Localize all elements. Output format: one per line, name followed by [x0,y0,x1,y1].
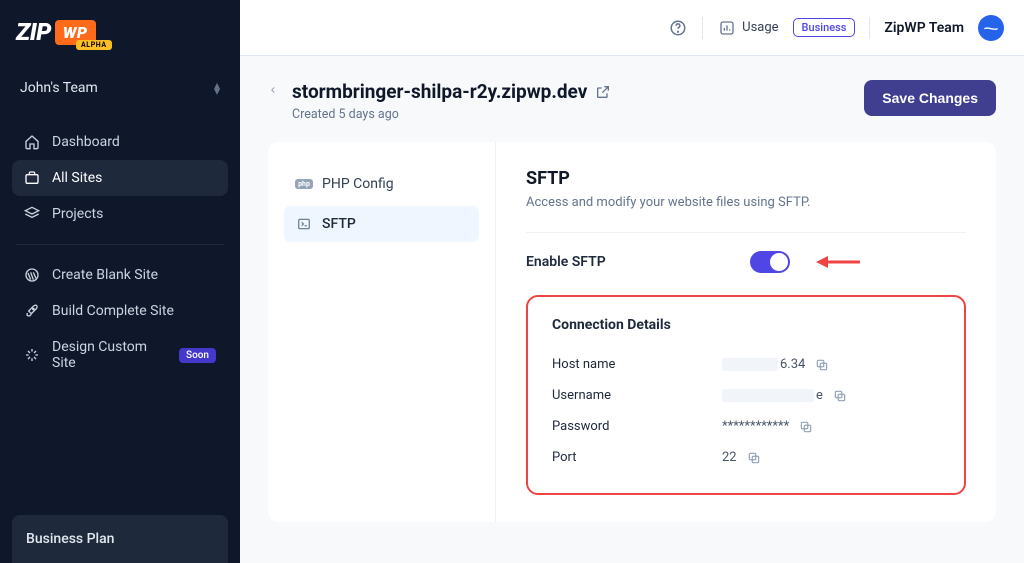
sidebar-item-all-sites[interactable]: All Sites [12,160,228,196]
password-value: ************ [722,419,789,434]
sidebar-item-projects[interactable]: Projects [12,196,228,232]
detail-row-username: Username e [552,380,940,411]
redacted-block [722,389,814,402]
divider [869,17,870,39]
team-switcher-label: John's Team [20,80,98,96]
plan-box[interactable]: Business Plan [12,515,228,563]
soon-badge: Soon [179,348,216,363]
home-icon [24,134,40,150]
redacted-block [722,358,778,371]
enable-sftp-row: Enable SFTP [526,251,966,273]
panel-nav-label: PHP Config [322,176,394,192]
host-value: 6.34 [780,357,805,372]
sidebar-item-label: Design Custom Site [52,339,167,371]
logo-zip-text: ZIP [16,18,51,46]
page-subtitle: Created 5 days ago [292,107,611,122]
section-description: Access and modify your website files usi… [526,195,966,210]
detail-label: Host name [552,357,722,372]
nav-secondary: Create Blank Site Build Complete Site De… [12,257,228,381]
copy-icon[interactable] [747,451,761,465]
terminal-icon [296,216,312,232]
layers-icon [24,206,40,222]
sidebar-item-label: All Sites [52,170,102,186]
panel-nav-label: SFTP [322,216,356,232]
external-link-icon[interactable] [595,84,611,100]
sidebar-item-label: Dashboard [52,134,120,150]
sidebar-item-create-blank[interactable]: Create Blank Site [12,257,228,293]
sidebar-item-design-custom[interactable]: Design Custom Site Soon [12,329,228,381]
sparkle-icon [24,347,40,363]
username-value: e [816,388,823,403]
section-title: SFTP [526,168,966,189]
back-chevron-icon[interactable] [268,80,278,98]
sidebar-item-label: Build Complete Site [52,303,174,319]
save-changes-button[interactable]: Save Changes [864,80,996,116]
wordpress-icon [24,267,40,283]
detail-label: Username [552,388,722,403]
section-divider [526,232,966,233]
bar-chart-icon [717,18,737,38]
sidebar-item-build-complete[interactable]: Build Complete Site [12,293,228,329]
team-switcher[interactable]: John's Team ▴▾ [12,70,228,106]
copy-icon[interactable] [815,358,829,372]
detail-row-host: Host name 6.34 [552,349,940,380]
copy-icon[interactable] [799,420,813,434]
detail-label: Port [552,450,722,465]
avatar[interactable] [978,15,1004,41]
plan-badge[interactable]: Business [793,18,856,37]
briefcase-icon [24,170,40,186]
topbar: Usage Business ZipWP Team [240,0,1024,56]
sidebar-item-label: Projects [52,206,103,222]
detail-row-password: Password ************ [552,411,940,442]
toggle-knob [770,253,788,271]
divider [702,17,703,39]
logo-alpha-badge: ALPHA [76,40,112,50]
rocket-icon [24,303,40,319]
plan-label: Business Plan [26,531,114,547]
copy-icon[interactable] [833,389,847,403]
arrow-annotation-icon [814,253,862,271]
settings-panel-body: SFTP Access and modify your website file… [496,142,996,522]
settings-panel: php PHP Config SFTP SFTP Access and modi… [268,142,996,522]
enable-sftp-toggle[interactable] [750,251,790,273]
php-icon: php [296,176,312,192]
logo[interactable]: ZIP WP ALPHA [12,14,228,60]
sidebar: ZIP WP ALPHA John's Team ▴▾ Dashboard Al… [0,0,240,563]
port-value: 22 [722,450,737,465]
nav-primary: Dashboard All Sites Projects [12,124,228,232]
updown-icon: ▴▾ [214,82,220,94]
enable-sftp-label: Enable SFTP [526,254,726,270]
page-title-text: stormbringer-shilpa-r2y.zipwp.dev [292,80,587,103]
panel-nav-sftp[interactable]: SFTP [284,206,479,242]
settings-panel-nav: php PHP Config SFTP [268,142,496,522]
usage-label: Usage [742,20,778,35]
connection-details-title: Connection Details [552,317,940,333]
nav-separator [16,244,224,245]
page-header: stormbringer-shilpa-r2y.zipwp.dev Create… [268,80,996,122]
main: Usage Business ZipWP Team stormbringer-s… [240,0,1024,563]
team-name: ZipWP Team [884,20,964,36]
help-icon[interactable] [668,18,688,38]
sidebar-item-dashboard[interactable]: Dashboard [12,124,228,160]
sidebar-item-label: Create Blank Site [52,267,158,283]
connection-details-card: Connection Details Host name 6.34 [526,295,966,495]
usage-link[interactable]: Usage [717,18,778,38]
detail-row-port: Port 22 [552,442,940,473]
detail-label: Password [552,419,722,434]
panel-nav-php-config[interactable]: php PHP Config [284,166,479,202]
page-title: stormbringer-shilpa-r2y.zipwp.dev [292,80,611,103]
content: stormbringer-shilpa-r2y.zipwp.dev Create… [240,56,1024,563]
